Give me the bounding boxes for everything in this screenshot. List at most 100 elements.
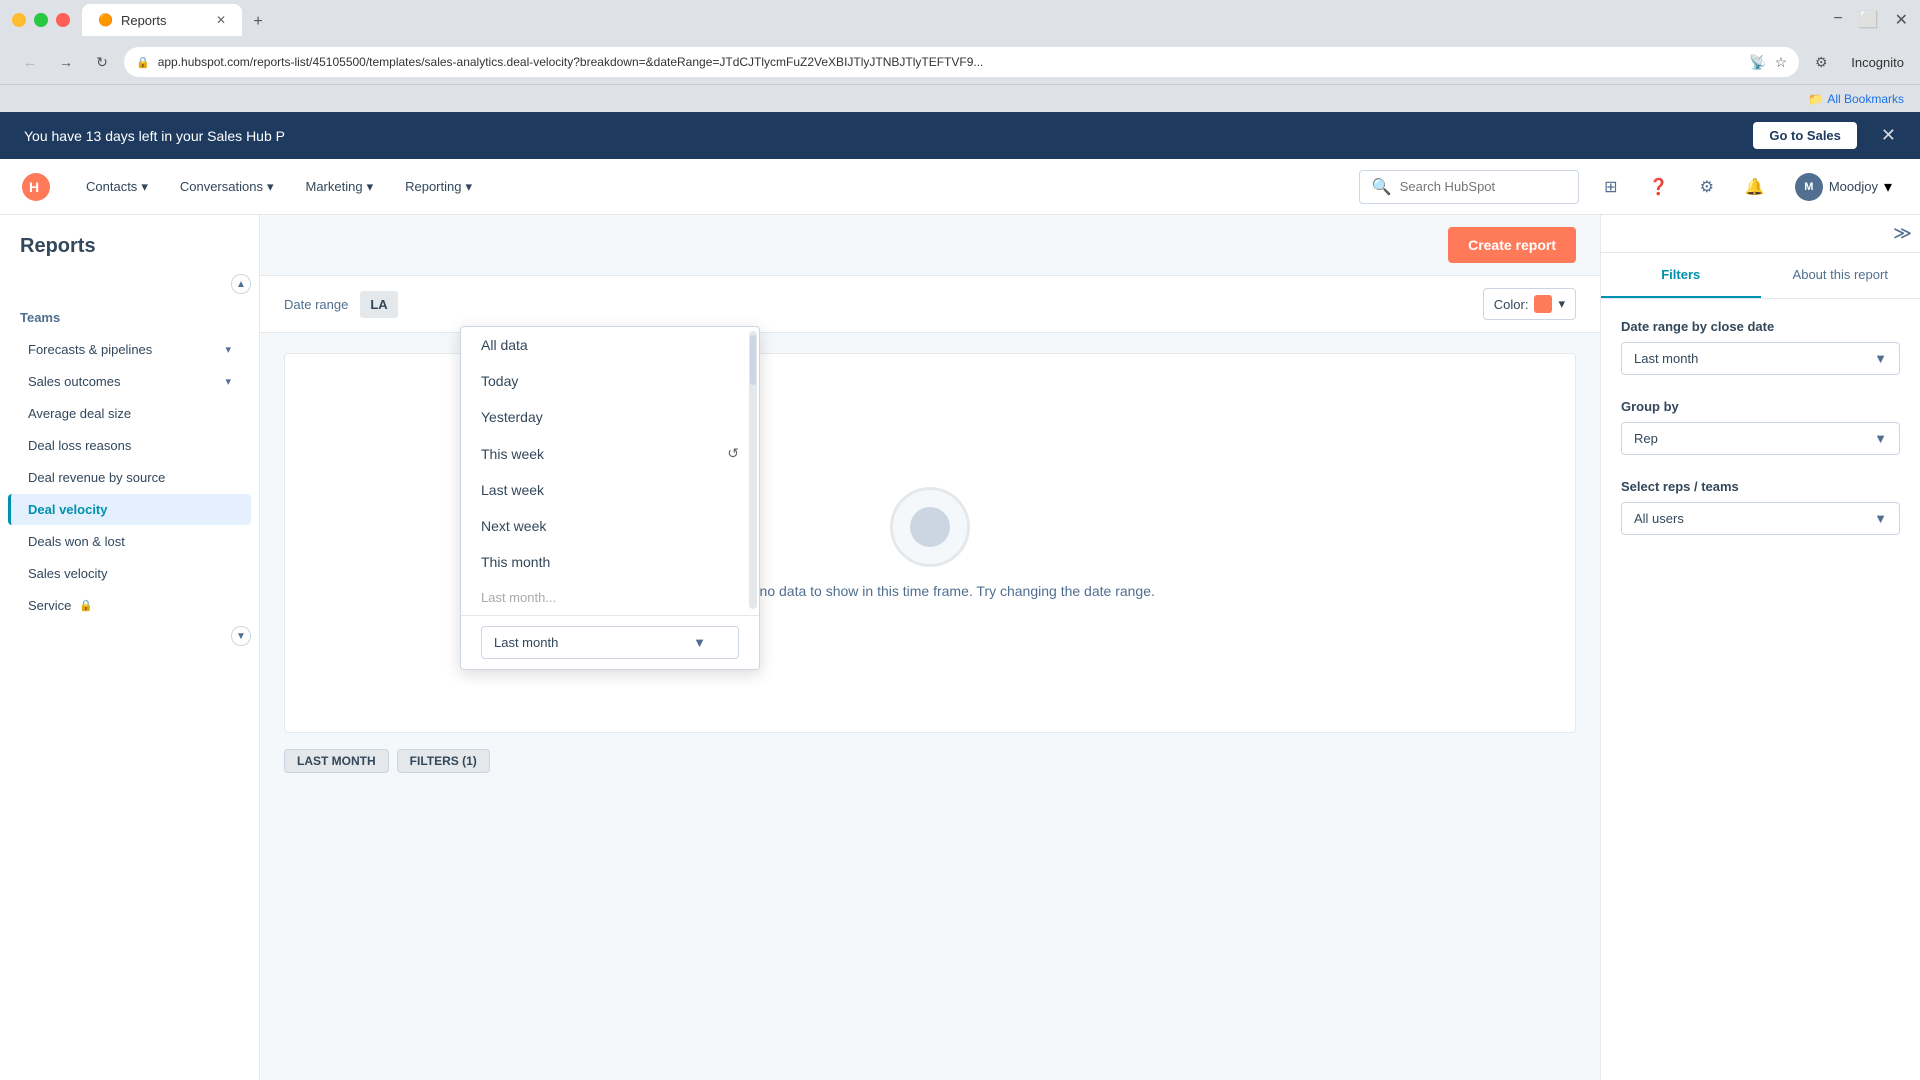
tab-about-report[interactable]: About this report	[1761, 253, 1920, 298]
global-search[interactable]: 🔍	[1359, 170, 1579, 204]
incognito-label: Incognito	[1851, 55, 1904, 70]
maximize-button[interactable]	[34, 13, 48, 27]
dropdown-item-all-data[interactable]: All data	[461, 327, 759, 363]
chart-badge-filters[interactable]: FILTERS (1)	[397, 749, 490, 773]
user-menu[interactable]: M Moodjoy ▾	[1787, 169, 1900, 205]
window-close-icon[interactable]: ✕	[1895, 10, 1908, 30]
window-maximize-icon[interactable]: ⬜	[1859, 10, 1879, 30]
sidebar-scroll-down[interactable]: ▼	[231, 626, 251, 646]
promo-close-button[interactable]: ✕	[1881, 125, 1896, 146]
filter-date-range: Date range by close date Last month ▼	[1621, 319, 1900, 375]
promo-cta-button[interactable]: Go to Sales	[1753, 122, 1857, 149]
dropdown-item-next-week[interactable]: Next week	[461, 508, 759, 544]
service-lock-icon: 🔒	[79, 599, 93, 612]
minimize-button[interactable]	[12, 13, 26, 27]
grid-icon[interactable]: ⊞	[1595, 171, 1627, 203]
create-report-button[interactable]: Create report	[1448, 227, 1576, 263]
sidebar-item-avg-deal-size-label: Average deal size	[28, 406, 131, 421]
sidebar-header: Reports	[0, 215, 259, 270]
top-nav: H Contacts ▾ Conversations ▾ Marketing ▾…	[0, 159, 1920, 215]
dropdown-item-last-month-partial[interactable]: Last month...	[461, 580, 759, 615]
search-input[interactable]	[1400, 179, 1560, 194]
promo-banner: You have 13 days left in your Sales Hub …	[0, 112, 1920, 159]
sidebar-item-sales-outcomes[interactable]: Sales outcomes ▾	[8, 366, 251, 397]
window-minimize-icon[interactable]: −	[1833, 10, 1842, 30]
extensions-button[interactable]: ⚙	[1807, 48, 1835, 76]
chart-badge-last-month[interactable]: LAST MONTH	[284, 749, 389, 773]
dropdown-item-this-week[interactable]: This week ↺	[461, 435, 759, 472]
sidebar-scroll-up[interactable]: ▲	[231, 274, 251, 294]
filter-group-by: Group by Rep ▼	[1621, 399, 1900, 455]
right-panel: ≫ Filters About this report Date range b…	[1600, 215, 1920, 1080]
color-label: Color:	[1494, 297, 1529, 312]
address-bar[interactable]: 🔒 app.hubspot.com/reports-list/45105500/…	[124, 47, 1799, 77]
panel-expand-button[interactable]: ≫	[1893, 223, 1912, 244]
dropdown-item-last-week[interactable]: Last week	[461, 472, 759, 508]
nav-contacts[interactable]: Contacts ▾	[72, 171, 162, 203]
dropdown-selected-value[interactable]: Last month ▼	[481, 626, 739, 659]
browser-tab-reports[interactable]: 🟠 Reports ✕	[82, 4, 242, 36]
dropdown-item-yesterday[interactable]: Yesterday	[461, 399, 759, 435]
refresh-button[interactable]: ↻	[88, 48, 116, 76]
bookmarks-folder-icon: 📁	[1808, 92, 1823, 106]
settings-icon[interactable]: ⚙	[1691, 171, 1723, 203]
filter-reps-teams-value: All users	[1634, 511, 1684, 526]
sidebar-item-deal-loss-label: Deal loss reasons	[28, 438, 131, 453]
all-bookmarks-label: All Bookmarks	[1827, 92, 1904, 106]
hubspot-logo[interactable]: H	[20, 171, 52, 203]
sidebar-item-forecasts-label: Forecasts & pipelines	[28, 342, 152, 357]
date-range-dropdown: All data Today Yesterday This week ↺ Las…	[460, 326, 760, 670]
dropdown-scrollbar[interactable]	[749, 331, 757, 609]
cast-icon: 📡	[1749, 54, 1766, 71]
page-header: Create report	[260, 215, 1600, 276]
tab-filters[interactable]: Filters	[1601, 253, 1761, 298]
filter-date-range-dropdown[interactable]: Last month ▼	[1621, 342, 1900, 375]
nav-reporting[interactable]: Reporting ▾	[391, 171, 486, 203]
sidebar-item-deals-won-lost[interactable]: Deals won & lost	[8, 526, 251, 557]
sidebar-item-deal-revenue[interactable]: Deal revenue by source	[8, 462, 251, 493]
forecasts-arrow-icon: ▾	[225, 343, 231, 356]
new-tab-button[interactable]: +	[244, 8, 272, 36]
empty-state-circle	[890, 487, 970, 567]
dropdown-item-today[interactable]: Today	[461, 363, 759, 399]
bookmark-icon[interactable]: ☆	[1775, 54, 1788, 71]
sidebar-item-service[interactable]: Service 🔒	[8, 590, 251, 621]
sidebar-item-deal-velocity[interactable]: Deal velocity	[8, 494, 251, 525]
forward-button[interactable]: →	[52, 48, 80, 76]
user-menu-arrow: ▾	[1884, 177, 1892, 197]
color-picker-button[interactable]: Color: ▾	[1483, 288, 1576, 320]
tab-close-button[interactable]: ✕	[216, 13, 226, 27]
search-icon: 🔍	[1372, 177, 1392, 197]
app-wrapper: You have 13 days left in your Sales Hub …	[0, 112, 1920, 1080]
cursor-indicator: ↺	[727, 445, 739, 462]
all-bookmarks-link[interactable]: 📁 All Bookmarks	[1808, 92, 1904, 106]
sidebar-cat-teams-label: Teams	[20, 310, 60, 325]
scroll-thumb	[750, 335, 756, 385]
browser-addressbar: ← → ↻ 🔒 app.hubspot.com/reports-list/451…	[0, 40, 1920, 84]
sidebar: Reports ▲ Teams Forecasts & pipelines ▾	[0, 215, 260, 1080]
sidebar-item-deal-velocity-label: Deal velocity	[28, 502, 108, 517]
nav-marketing[interactable]: Marketing ▾	[291, 171, 387, 203]
no-data-message: There is no data to show in this time fr…	[705, 583, 1155, 599]
browser-chrome: 🟠 Reports ✕ + − ⬜ ✕ ← → ↻ 🔒 app.hubspot.…	[0, 0, 1920, 112]
notifications-icon[interactable]: 🔔	[1739, 171, 1771, 203]
sidebar-item-deal-loss[interactable]: Deal loss reasons	[8, 430, 251, 461]
nav-reporting-label: Reporting	[405, 179, 461, 194]
sidebar-item-forecasts[interactable]: Forecasts & pipelines ▾	[8, 334, 251, 365]
sidebar-item-avg-deal-size[interactable]: Average deal size	[8, 398, 251, 429]
help-icon[interactable]: ❓	[1643, 171, 1675, 203]
nav-conversations[interactable]: Conversations ▾	[166, 171, 288, 203]
filter-reps-teams-dropdown[interactable]: All users ▼	[1621, 502, 1900, 535]
sidebar-item-sales-velocity[interactable]: Sales velocity	[8, 558, 251, 589]
browser-bookmarks-bar: 📁 All Bookmarks	[0, 84, 1920, 112]
sidebar-category-teams-header[interactable]: Teams	[20, 306, 239, 329]
sales-outcomes-arrow-icon: ▾	[225, 375, 231, 388]
center-content: Create report Date range LA All data Tod…	[260, 215, 1600, 1080]
filter-group-by-dropdown[interactable]: Rep ▼	[1621, 422, 1900, 455]
filter-group-by-value: Rep	[1634, 431, 1658, 446]
date-range-label: Date range	[284, 297, 348, 312]
back-button[interactable]: ←	[16, 48, 44, 76]
dropdown-item-this-month[interactable]: This month	[461, 544, 759, 580]
close-window-button[interactable]	[56, 13, 70, 27]
sidebar-title: Reports	[20, 235, 96, 258]
